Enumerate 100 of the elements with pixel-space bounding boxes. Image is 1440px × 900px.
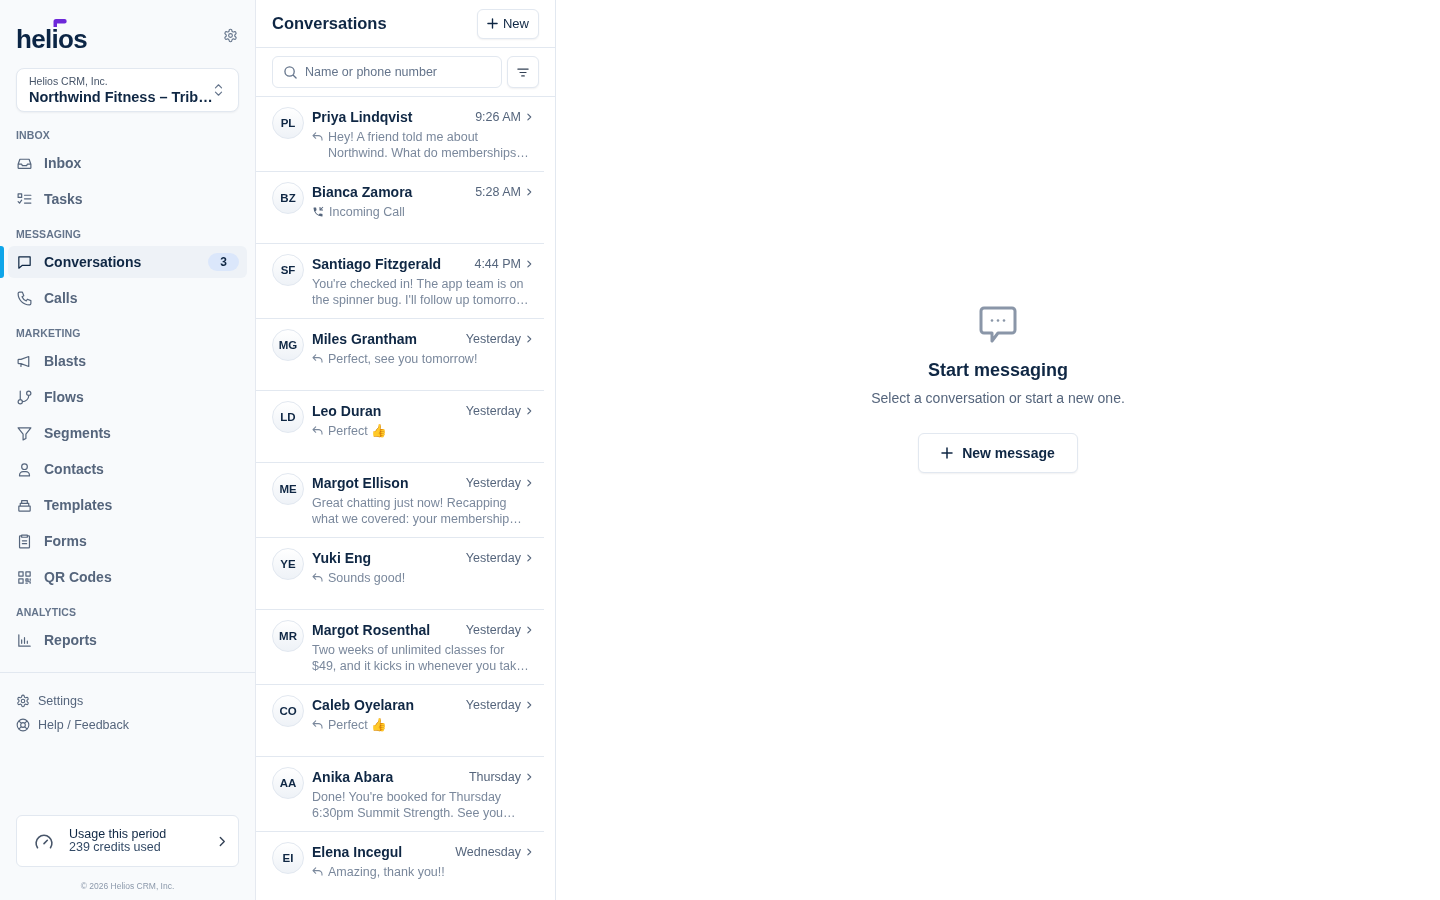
timestamp: Wednesday — [455, 845, 521, 859]
avatar: BZ — [272, 182, 304, 214]
avatar: MG — [272, 329, 304, 361]
timestamp: 9:26 AM — [475, 110, 521, 124]
avatar: LD — [272, 401, 304, 433]
chevron-right-icon — [527, 773, 532, 781]
settings-icon[interactable] — [223, 28, 238, 43]
filter-button[interactable] — [507, 56, 539, 88]
chevron-right-icon — [527, 554, 532, 562]
message-preview: Perfect 👍 — [328, 423, 388, 439]
copyright-text: © 2026 Helios CRM, Inc. — [79, 880, 176, 892]
contact-name: Anika Abara — [312, 769, 395, 785]
workspace-selector[interactable]: Helios CRM, Inc. Northwind Fitness – Trib… — [16, 68, 239, 112]
nav-item[interactable]: Reports — [8, 624, 247, 656]
contact-name: Leo Duran — [312, 403, 383, 419]
contact-name: Bianca Zamora — [312, 184, 414, 200]
chevron-right-icon — [527, 407, 532, 415]
message-preview: Amazing, thank you!! — [328, 864, 445, 880]
new-message-button[interactable]: New message — [918, 433, 1078, 473]
section-label: INBOX — [15, 128, 51, 143]
contact-name: Santiago Fitzgerald — [312, 256, 443, 272]
reply-arrow-icon — [312, 132, 323, 141]
timestamp: 4:44 PM — [474, 257, 521, 271]
nav-item[interactable]: Segments — [8, 417, 247, 449]
help-link[interactable]: Help / Feedback — [16, 715, 130, 735]
logo-wordmark: helios — [16, 27, 87, 52]
settings-icon — [16, 694, 30, 708]
message-preview: Hey! A friend told me about Northwind. What do memberships… — [328, 129, 530, 161]
clipboard-icon — [16, 532, 33, 550]
contact-name: Margot Rosenthal — [312, 622, 432, 638]
chevron-right-icon — [219, 835, 226, 847]
timestamp: Yesterday — [465, 404, 521, 418]
avatar: AA — [272, 767, 304, 799]
empty-state-title: Start messaging — [927, 359, 1068, 382]
message-preview: Incoming Call — [329, 204, 405, 220]
nav-item[interactable]: Tasks — [8, 183, 247, 215]
reply-arrow-icon — [312, 573, 323, 582]
plus-icon — [941, 447, 954, 459]
bar-chart-icon — [16, 631, 33, 649]
nav-item[interactable]: Inbox — [8, 147, 247, 179]
nav-item[interactable]: Flows — [8, 381, 247, 413]
settings-link[interactable]: Settings — [16, 691, 84, 711]
up-down-chevron-icon — [214, 83, 223, 97]
message-preview: Perfect, see you tomorrow! — [328, 351, 478, 367]
chevron-right-icon — [527, 260, 532, 268]
logo-mark-icon — [53, 19, 67, 27]
avatar: PL — [272, 107, 304, 139]
panel-title: Conversations — [272, 14, 387, 33]
nav-item[interactable]: Calls — [8, 282, 247, 314]
chevron-right-icon — [527, 701, 532, 709]
gauge-icon — [34, 832, 54, 850]
branch-icon — [16, 388, 33, 406]
timestamp: 5:28 AM — [475, 185, 521, 199]
person-icon — [16, 460, 33, 478]
empty-state-text: Select a conversation or start a new one. — [871, 389, 1125, 408]
new-button[interactable]: New — [477, 8, 539, 39]
nav-item[interactable]: Contacts — [8, 453, 247, 485]
section-label: ANALYTICS — [15, 605, 78, 620]
chevron-right-icon — [527, 626, 532, 634]
reply-arrow-icon — [312, 354, 323, 363]
contact-name: Caleb Oyelaran — [312, 697, 415, 713]
contact-name: Elena Incegul — [312, 844, 404, 860]
phone-icon — [16, 289, 33, 307]
incoming-call-icon — [312, 206, 324, 218]
nav-item[interactable]: Blasts — [8, 345, 247, 377]
avatar: SF — [272, 254, 304, 286]
chat-dots-icon — [978, 305, 1018, 345]
search-field[interactable]: Name or phone number — [272, 56, 502, 88]
filter-icon — [517, 67, 529, 77]
qr-code-icon — [16, 568, 33, 586]
timestamp: Yesterday — [465, 332, 521, 346]
chevron-right-icon — [527, 335, 532, 343]
funnel-icon — [16, 424, 33, 442]
contact-name: Yuki Eng — [312, 550, 373, 566]
avatar: EI — [272, 842, 304, 874]
chat-bubble-icon — [16, 253, 33, 271]
avatar: ME — [272, 473, 304, 505]
message-preview: Great chatting just now! Recapping what we covered: your membership… — [312, 495, 523, 527]
chevron-right-icon — [527, 479, 532, 487]
contact-name: Priya Lindqvist — [312, 109, 414, 125]
count-badge: 3 — [208, 253, 239, 271]
contact-name: Margot Ellison — [312, 475, 410, 491]
usage-card[interactable]: Usage this period 239 credits used — [16, 815, 239, 867]
lifebuoy-icon — [16, 718, 30, 732]
active-indicator — [0, 246, 4, 278]
chevron-right-icon — [527, 188, 532, 196]
plus-icon — [487, 18, 498, 29]
search-icon — [284, 66, 297, 79]
message-preview: You're checked in! The app team is on the spinner bug. I'll follow up tomorro… — [312, 276, 530, 308]
avatar: MR — [272, 620, 304, 652]
timestamp: Yesterday — [465, 476, 521, 490]
reply-arrow-icon — [312, 426, 323, 435]
timestamp: Yesterday — [465, 698, 521, 712]
avatar: CO — [272, 695, 304, 727]
reply-arrow-icon — [312, 867, 323, 876]
nav-item[interactable]: Templates — [8, 489, 247, 521]
nav-item[interactable]: QR Codes — [8, 561, 247, 593]
timestamp: Yesterday — [465, 623, 521, 637]
nav-item[interactable]: Forms — [8, 525, 247, 557]
timestamp: Yesterday — [465, 551, 521, 565]
